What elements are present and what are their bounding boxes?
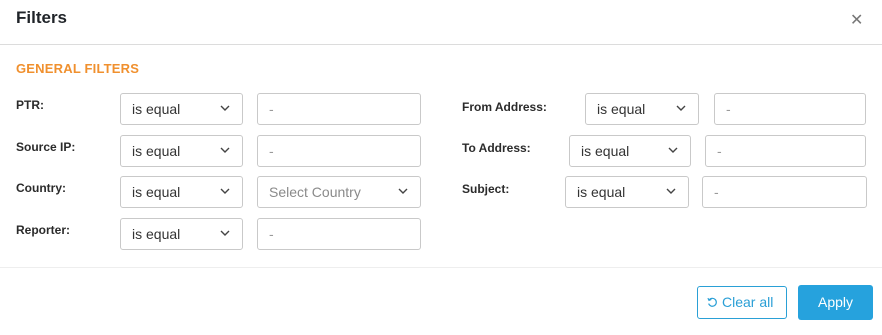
country-label: Country: xyxy=(16,181,66,195)
chevron-down-icon xyxy=(220,188,230,194)
from-address-operator-value: is equal xyxy=(597,101,646,117)
ptr-label: PTR: xyxy=(16,98,44,112)
from-address-label: From Address: xyxy=(462,100,547,114)
to-address-operator-select[interactable]: is equal xyxy=(569,135,691,167)
ptr-operator-value: is equal xyxy=(132,101,181,117)
source-ip-label: Source IP: xyxy=(16,140,76,154)
to-address-label: To Address: xyxy=(462,141,531,155)
reporter-label: Reporter: xyxy=(16,223,71,237)
source-ip-operator-select[interactable]: is equal xyxy=(120,135,243,167)
subject-value-text: - xyxy=(714,184,719,200)
chevron-down-icon xyxy=(220,105,230,111)
filters-modal: Filters ✕ GENERAL FILTERS PTR: is equal … xyxy=(0,0,882,335)
reset-icon xyxy=(707,297,717,307)
subject-value-input[interactable]: - xyxy=(702,176,867,208)
reporter-operator-select[interactable]: is equal xyxy=(120,218,243,250)
modal-header: Filters ✕ xyxy=(0,0,882,45)
chevron-down-icon xyxy=(666,188,676,194)
to-address-value-input[interactable]: - xyxy=(705,135,866,167)
reporter-value-text: - xyxy=(269,226,274,242)
source-ip-value-text: - xyxy=(269,143,274,159)
clear-all-label: Clear all xyxy=(722,294,774,310)
subject-operator-select[interactable]: is equal xyxy=(565,176,689,208)
modal-title: Filters xyxy=(16,8,68,27)
ptr-operator-select[interactable]: is equal xyxy=(120,93,243,125)
ptr-value-input[interactable]: - xyxy=(257,93,421,125)
apply-button[interactable]: Apply xyxy=(798,285,873,320)
source-ip-operator-value: is equal xyxy=(132,143,181,159)
chevron-down-icon xyxy=(676,105,686,111)
from-address-value-text: - xyxy=(726,101,731,117)
from-address-operator-select[interactable]: is equal xyxy=(585,93,699,125)
country-operator-value: is equal xyxy=(132,184,181,200)
chevron-down-icon xyxy=(398,188,408,194)
source-ip-value-input[interactable]: - xyxy=(257,135,421,167)
country-value-select[interactable]: Select Country xyxy=(257,176,421,208)
close-icon[interactable]: ✕ xyxy=(850,10,863,30)
country-placeholder: Select Country xyxy=(269,184,361,200)
chevron-down-icon xyxy=(220,147,230,153)
to-address-operator-value: is equal xyxy=(581,143,630,159)
subject-label: Subject: xyxy=(462,182,510,196)
reporter-operator-value: is equal xyxy=(132,226,181,242)
chevron-down-icon xyxy=(220,230,230,236)
chevron-down-icon xyxy=(668,147,678,153)
country-operator-select[interactable]: is equal xyxy=(120,176,243,208)
section-title: GENERAL FILTERS xyxy=(16,61,140,76)
ptr-value-text: - xyxy=(269,101,274,117)
subject-operator-value: is equal xyxy=(577,184,626,200)
to-address-value-text: - xyxy=(717,143,722,159)
footer-divider xyxy=(0,267,882,268)
from-address-value-input[interactable]: - xyxy=(714,93,866,125)
clear-all-button[interactable]: Clear all xyxy=(697,286,787,319)
reporter-value-input[interactable]: - xyxy=(257,218,421,250)
